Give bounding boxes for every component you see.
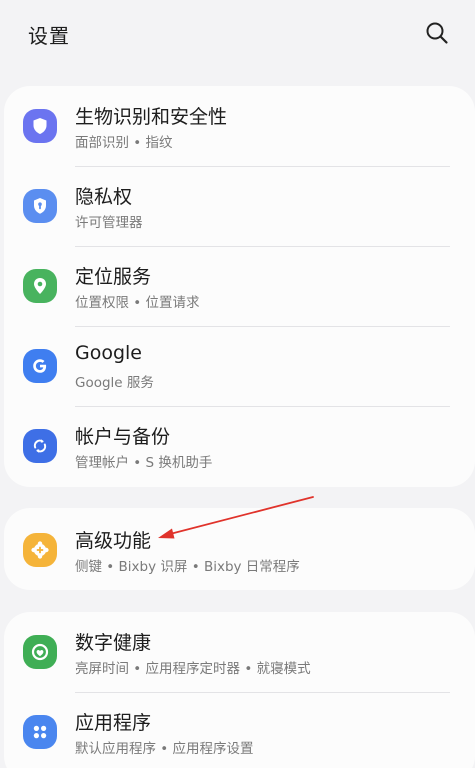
search-button[interactable] bbox=[424, 20, 450, 46]
settings-item-title: Google bbox=[75, 342, 143, 364]
settings-item-title: 隐私权 bbox=[75, 186, 133, 208]
settings-item-location[interactable]: 定位服务 位置权限 • 位置请求 bbox=[4, 246, 475, 326]
settings-item-subtitle: 亮屏时间 • 应用程序定时器 • 就寝模式 bbox=[75, 661, 311, 677]
privacy-icon bbox=[23, 189, 57, 223]
settings-group-security: 生物识别和安全性 面部识别 • 指纹 隐私权 许可管理器 定位服务 位置权限 •… bbox=[4, 86, 475, 487]
search-icon bbox=[426, 22, 448, 44]
settings-item-subtitle: 位置权限 • 位置请求 bbox=[75, 295, 200, 311]
settings-group-advanced: 高级功能 侧键 • Bixby 识屏 • Bixby 日常程序 bbox=[4, 508, 475, 590]
apps-grid-icon bbox=[23, 715, 57, 749]
digital-wellbeing-icon bbox=[23, 635, 57, 669]
location-pin-icon bbox=[23, 269, 57, 303]
settings-item-title: 高级功能 bbox=[75, 530, 152, 552]
settings-item-title: 生物识别和安全性 bbox=[75, 106, 228, 128]
settings-item-subtitle: 侧键 • Bixby 识屏 • Bixby 日常程序 bbox=[75, 559, 300, 575]
settings-item-advanced-features[interactable]: 高级功能 侧键 • Bixby 识屏 • Bixby 日常程序 bbox=[4, 510, 475, 590]
shield-icon bbox=[23, 109, 57, 143]
sync-icon bbox=[23, 429, 57, 463]
top-bar: 设置 bbox=[0, 0, 475, 70]
gear-plus-icon bbox=[23, 533, 57, 567]
settings-item-digital-wellbeing[interactable]: 数字健康 亮屏时间 • 应用程序定时器 • 就寝模式 bbox=[4, 612, 475, 692]
settings-item-subtitle: Google 服务 bbox=[75, 375, 154, 391]
settings-group-wellbeing-apps: 数字健康 亮屏时间 • 应用程序定时器 • 就寝模式 应用程序 默认应用程序 •… bbox=[4, 612, 475, 768]
settings-item-title: 帐户与备份 bbox=[75, 426, 171, 448]
settings-item-subtitle: 面部识别 • 指纹 bbox=[75, 135, 173, 151]
settings-item-subtitle: 管理帐户 • S 换机助手 bbox=[75, 455, 213, 471]
settings-item-apps[interactable]: 应用程序 默认应用程序 • 应用程序设置 bbox=[4, 692, 475, 768]
settings-item-subtitle: 默认应用程序 • 应用程序设置 bbox=[75, 741, 254, 757]
google-icon bbox=[23, 349, 57, 383]
settings-item-title: 定位服务 bbox=[75, 266, 152, 288]
settings-item-subtitle: 许可管理器 bbox=[75, 215, 143, 231]
settings-item-title: 应用程序 bbox=[75, 712, 152, 734]
settings-item-biometrics-security[interactable]: 生物识别和安全性 面部识别 • 指纹 bbox=[4, 86, 475, 166]
page-title: 设置 bbox=[28, 24, 70, 48]
settings-item-title: 数字健康 bbox=[75, 632, 152, 654]
settings-item-privacy[interactable]: 隐私权 许可管理器 bbox=[4, 166, 475, 246]
settings-item-accounts-backup[interactable]: 帐户与备份 管理帐户 • S 换机助手 bbox=[4, 406, 475, 486]
settings-item-google[interactable]: Google Google 服务 bbox=[4, 326, 475, 406]
